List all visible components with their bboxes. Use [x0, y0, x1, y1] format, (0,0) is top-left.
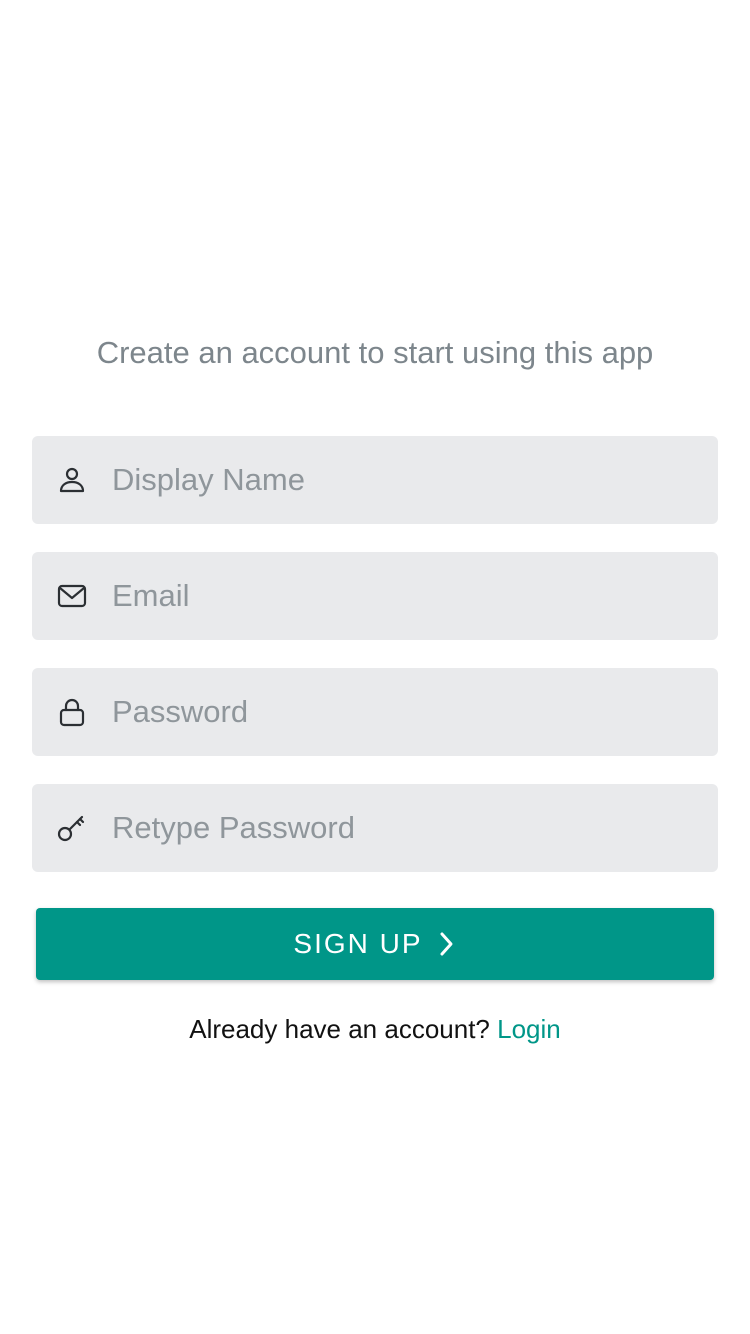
signup-screen: Create an account to start using this ap… — [0, 0, 750, 1334]
retype-password-input[interactable] — [112, 784, 702, 872]
lock-icon — [56, 696, 88, 728]
display-name-field[interactable] — [32, 436, 718, 524]
password-field[interactable] — [32, 668, 718, 756]
email-field[interactable] — [32, 552, 718, 640]
email-input[interactable] — [112, 552, 702, 640]
key-icon — [56, 812, 88, 844]
display-name-input[interactable] — [112, 436, 702, 524]
retype-password-field[interactable] — [32, 784, 718, 872]
sign-up-label: SIGN UP — [293, 928, 423, 959]
mail-icon — [56, 580, 88, 612]
login-prompt-text: Already have an account? — [189, 1014, 490, 1044]
login-prompt: Already have an account? Login — [0, 1010, 750, 1048]
chevron-right-icon — [435, 931, 457, 957]
user-icon — [56, 464, 88, 496]
sign-up-button[interactable]: SIGN UP — [36, 908, 714, 980]
page-subtitle: Create an account to start using this ap… — [96, 335, 654, 370]
password-input[interactable] — [112, 668, 702, 756]
login-link[interactable]: Login — [497, 1014, 561, 1044]
